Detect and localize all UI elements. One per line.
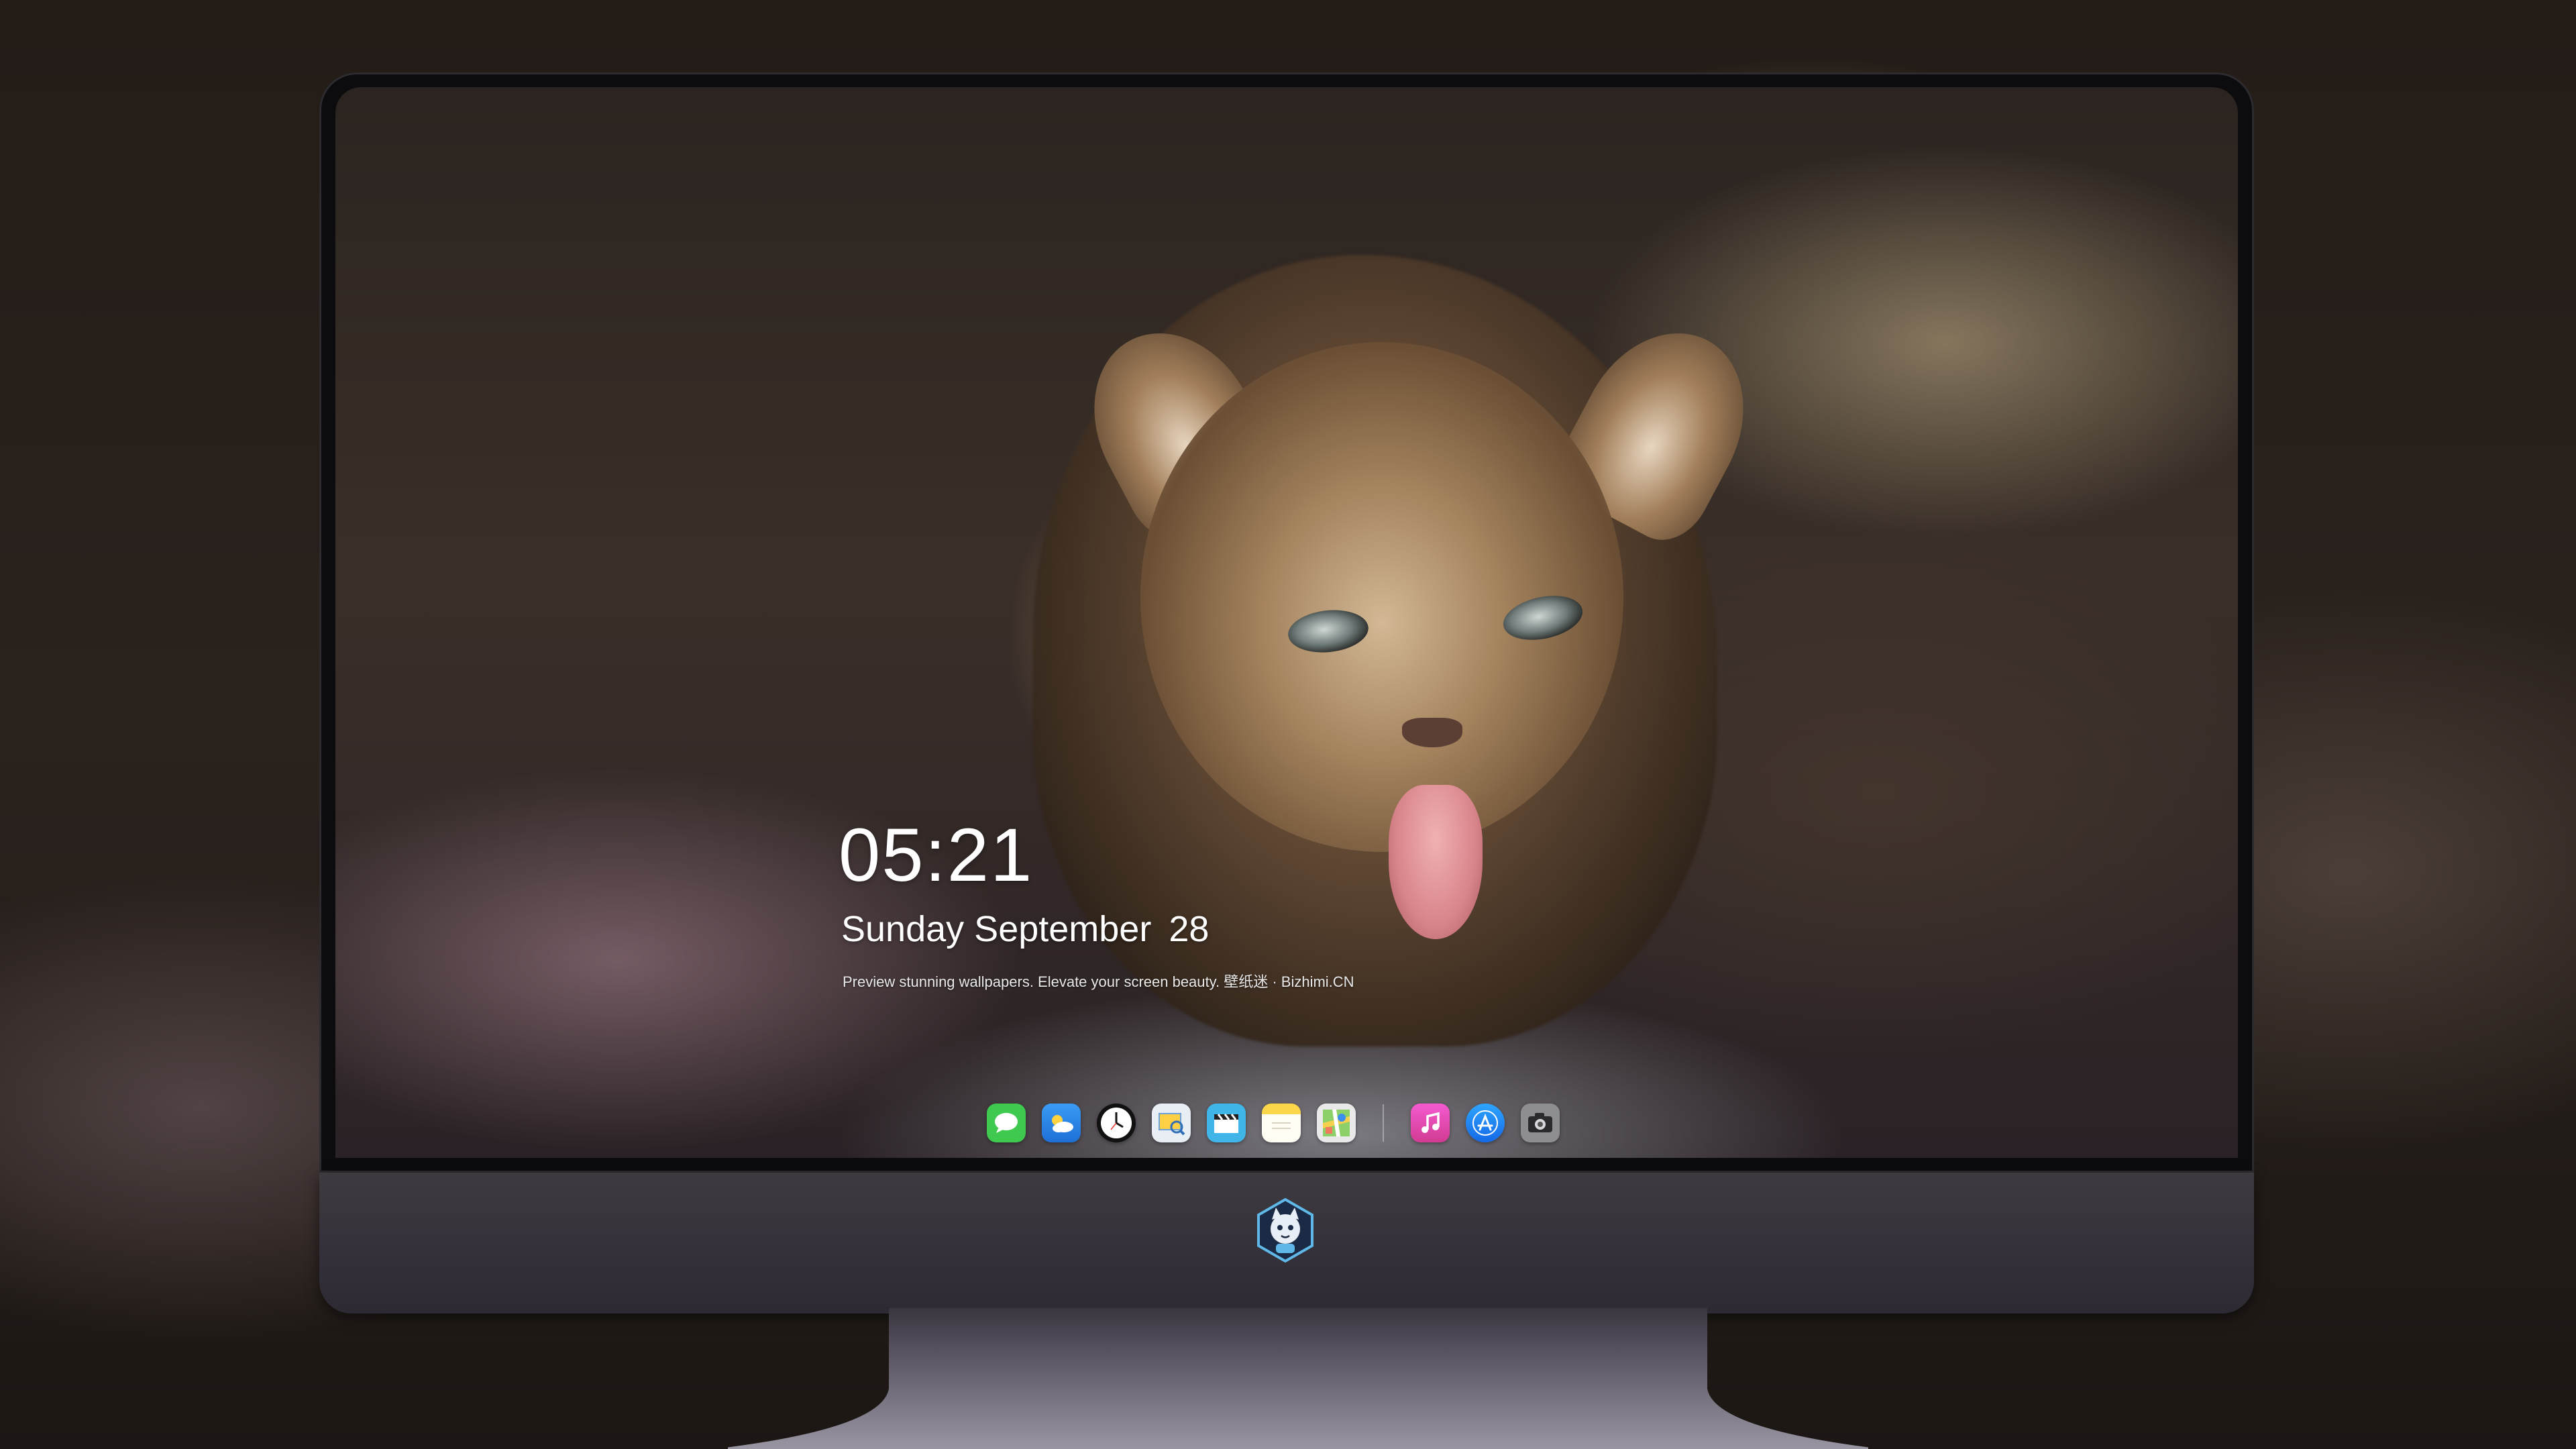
lock-date: Sunday September 28: [841, 908, 1209, 950]
music-icon[interactable]: [1411, 1104, 1450, 1142]
lock-screen[interactable]: 05:21 Sunday September 28 Preview stunnin…: [335, 87, 2238, 1158]
monitor-stand: [728, 1308, 1868, 1449]
dock-separator: [1383, 1104, 1384, 1142]
lock-tagline: Preview stunning wallpapers. Elevate you…: [843, 973, 1354, 990]
notes-icon[interactable]: [1262, 1104, 1301, 1142]
app-store-icon[interactable]: [1466, 1104, 1505, 1142]
clock-icon[interactable]: [1097, 1104, 1136, 1142]
weather-icon[interactable]: [1042, 1104, 1081, 1142]
camera-icon[interactable]: [1521, 1104, 1560, 1142]
imac-monitor: 05:21 Sunday September 28 Preview stunnin…: [319, 72, 2254, 1449]
bizhimi-cat-logo-icon: [1257, 1197, 1313, 1263]
lock-month: September: [974, 909, 1152, 949]
clips-icon[interactable]: [1207, 1104, 1246, 1142]
lock-weekday: Sunday: [841, 909, 965, 949]
preview-icon[interactable]: [1152, 1104, 1191, 1142]
maps-icon[interactable]: [1317, 1104, 1356, 1142]
kitten-nose: [1402, 718, 1462, 747]
lock-day: 28: [1169, 909, 1210, 949]
messages-icon[interactable]: [987, 1104, 1026, 1142]
lock-clock: 05:21: [839, 813, 1034, 897]
monitor-bezel: 05:21 Sunday September 28 Preview stunnin…: [319, 72, 2254, 1173]
dock: [987, 1097, 1560, 1148]
kitten-tongue: [1389, 785, 1483, 939]
